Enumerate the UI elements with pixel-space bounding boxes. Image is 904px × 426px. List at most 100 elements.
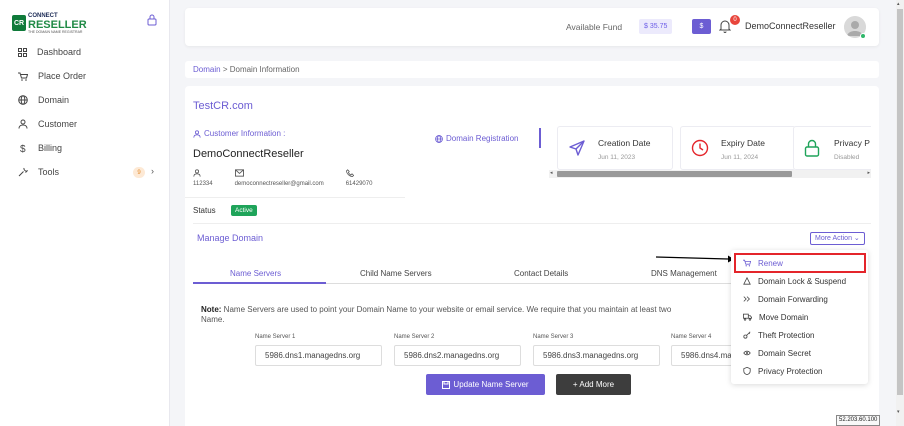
breadcrumb-separator: > — [222, 65, 228, 74]
expiry-date-card: Expiry Date Jun 11, 2024 — [680, 126, 796, 170]
user-icon — [193, 169, 201, 177]
logo-mark: CR — [12, 15, 26, 31]
chevron-down-icon: ⌄ — [853, 235, 860, 242]
status-label: Status — [193, 206, 216, 215]
key-icon — [743, 331, 751, 339]
lock-icon — [804, 139, 820, 157]
customer-name: DemoConnectReseller — [193, 148, 304, 160]
active-tab-indicator — [193, 282, 326, 284]
shield-icon — [743, 367, 751, 375]
chevron-right-icon[interactable]: › — [151, 166, 154, 176]
sidebar-item-label: Tools — [38, 167, 60, 177]
tab-dns-management[interactable]: DNS Management — [651, 269, 717, 278]
ip-address-label: 52.203.60.100 — [836, 415, 881, 426]
name-server-2-input[interactable] — [394, 345, 521, 366]
customer-phone: 61429070 — [345, 181, 373, 187]
online-status-dot — [860, 33, 866, 39]
scroll-left-icon[interactable]: ◂ — [550, 170, 553, 176]
menu-item-theft-protection[interactable]: Theft Protection — [731, 326, 868, 344]
forward-icon — [743, 296, 750, 302]
sidebar-item-dashboard[interactable]: Dashboard — [0, 40, 170, 64]
scroll-thumb[interactable] — [897, 9, 903, 395]
grid-icon — [18, 47, 27, 57]
lock-icon[interactable] — [147, 14, 157, 26]
sidebar-item-place-order[interactable]: Place Order — [0, 64, 170, 88]
divider — [193, 223, 871, 224]
sidebar-item-domain[interactable]: Domain — [0, 88, 170, 112]
secret-icon — [743, 350, 751, 356]
name-server-1-input[interactable] — [255, 345, 382, 366]
menu-item-domain-forwarding[interactable]: Domain Forwarding — [731, 290, 868, 308]
sidebar-nav: Dashboard Place Order Domain Customer $ … — [0, 40, 170, 184]
manage-domain-title: Manage Domain — [197, 233, 264, 243]
phone-icon — [345, 169, 354, 178]
tab-child-name-servers[interactable]: Child Name Servers — [360, 269, 432, 278]
card-title: Expiry Date — [721, 138, 765, 148]
sidebar-item-label: Customer — [38, 119, 78, 129]
name-server-3-label: Name Server 3 — [533, 334, 574, 340]
save-icon — [442, 380, 451, 389]
email-icon — [234, 169, 244, 177]
sidebar-item-billing[interactable]: $ Billing — [0, 136, 170, 160]
wrench-icon — [18, 167, 28, 177]
sidebar: CR CONNECT RESELLER THE DOMAIN NAME REGI… — [0, 0, 170, 426]
more-action-button[interactable]: More Action ⌄ — [810, 232, 865, 245]
sidebar-item-label: Billing — [38, 143, 63, 153]
scroll-down-icon[interactable]: ▾ — [897, 409, 900, 415]
update-name-server-button[interactable]: Update Name Server — [426, 374, 545, 395]
user-icon — [18, 119, 28, 129]
username[interactable]: DemoConnectReseller — [745, 21, 836, 31]
scroll-right-icon[interactable]: ▸ — [867, 170, 870, 176]
cart-icon — [18, 72, 28, 81]
truck-icon — [743, 313, 752, 321]
sidebar-item-customer[interactable]: Customer — [0, 112, 170, 136]
send-icon — [569, 140, 585, 156]
creation-date-card: Creation Date Jun 11, 2023 — [557, 126, 673, 170]
user-icon — [193, 129, 201, 138]
customer-id: 112334 — [193, 181, 213, 187]
name-server-1-label: Name Server 1 — [255, 334, 296, 340]
breadcrumb: Domain > Domain Information — [185, 61, 879, 78]
tools-badge: 9 — [133, 167, 145, 178]
card-value: Jun 11, 2024 — [721, 154, 759, 161]
info-cards: Creation Date Jun 11, 2023 Expiry Date J… — [553, 126, 871, 172]
available-fund-value: $ 35.75 — [639, 19, 673, 34]
card-title: Creation Date — [598, 138, 651, 148]
available-fund-label: Available Fund — [566, 22, 623, 32]
horizontal-scrollbar[interactable]: ◂ ▸ — [549, 170, 871, 178]
name-server-3-input[interactable] — [533, 345, 660, 366]
top-header: Available Fund $ 35.75 $ 0 DemoConnectRe… — [185, 8, 879, 46]
scroll-up-icon[interactable]: ▴ — [897, 1, 900, 7]
tab-contact-details[interactable]: Contact Details — [514, 269, 568, 278]
card-title: Privacy P — [834, 138, 870, 148]
menu-item-domain-lock[interactable]: Domain Lock & Suspend — [731, 272, 868, 290]
menu-item-move-domain[interactable]: Move Domain — [731, 308, 868, 326]
name-server-4-label: Name Server 4 — [671, 334, 712, 340]
globe-icon — [18, 95, 28, 105]
card-value: Jun 11, 2023 — [598, 154, 636, 161]
tab-name-servers[interactable]: Name Servers — [230, 269, 281, 278]
customer-details: 112334 democonnectreseller@gmail.com 614… — [193, 168, 394, 187]
menu-item-domain-secret[interactable]: Domain Secret — [731, 344, 868, 362]
customer-email: democonnectreseller@gmail.com — [234, 181, 324, 187]
dollar-icon: $ — [20, 144, 26, 153]
sidebar-item-label: Domain — [38, 95, 70, 105]
scroll-thumb[interactable] — [557, 171, 792, 177]
logo-line2: RESELLER — [28, 19, 87, 31]
logo[interactable]: CR CONNECT RESELLER THE DOMAIN NAME REGI… — [12, 12, 87, 34]
domain-registration-link[interactable]: Domain Registration — [435, 134, 518, 143]
vertical-scrollbar[interactable]: ▴ ▾ — [896, 0, 904, 426]
sidebar-item-tools[interactable]: Tools 9 › — [0, 160, 170, 184]
status-badge: Active — [231, 205, 257, 216]
globe-icon — [435, 134, 443, 143]
note-text: Note: Name Servers are used to point you… — [201, 305, 672, 314]
breadcrumb-domain[interactable]: Domain — [193, 65, 221, 74]
note-text-continued: Name. — [201, 315, 225, 324]
add-fund-button[interactable]: $ — [692, 19, 711, 34]
add-more-button[interactable]: + Add More — [556, 374, 631, 395]
active-indicator — [539, 128, 541, 148]
menu-item-privacy-protection[interactable]: Privacy Protection — [731, 362, 868, 380]
lock-icon — [743, 277, 751, 285]
notification-badge: 0 — [730, 15, 740, 25]
name-server-2-label: Name Server 2 — [394, 334, 435, 340]
